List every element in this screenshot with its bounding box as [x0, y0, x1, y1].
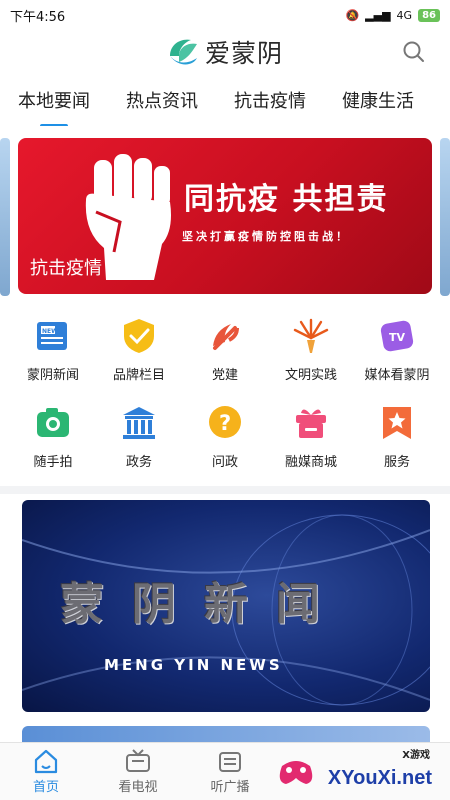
- svg-text:?: ?: [219, 411, 231, 435]
- app-logo: 爱蒙阴: [167, 34, 283, 70]
- tab-local-news[interactable]: 本地要闻: [18, 86, 90, 126]
- nav-home[interactable]: 首页: [0, 743, 92, 800]
- grid-item-media-view[interactable]: TV 媒体看蒙阴: [354, 316, 440, 383]
- home-icon: [34, 749, 58, 774]
- banner-title: 同抗疫 共担责: [184, 182, 389, 217]
- banner-slide[interactable]: 同抗疫 共担责 坚决打赢疫情防控阻击战！ 抗击疫情: [18, 138, 432, 294]
- torch-icon: [293, 318, 329, 353]
- grid-item-party-building[interactable]: 党建: [182, 316, 268, 383]
- bookmark-star-icon: [383, 407, 411, 439]
- tv-icon: [126, 749, 150, 772]
- tab-fight-epidemic[interactable]: 抗击疫情: [234, 86, 306, 126]
- logo-mark-icon: [169, 39, 197, 65]
- network-label: 4G: [396, 8, 413, 22]
- gamepad-logo-icon: [279, 761, 313, 784]
- grid-item-label: 融媒商城: [284, 455, 337, 470]
- news-icon: NEW: [37, 322, 67, 350]
- status-bar: 下午4:56 🔕 ▂▄▆ 4G 86: [0, 0, 450, 30]
- grid-item-label: 问政: [211, 455, 238, 470]
- grid-item-label: 品牌栏目: [112, 368, 165, 383]
- app-title: 爱蒙阴: [204, 39, 283, 68]
- search-icon[interactable]: [402, 40, 426, 64]
- mute-icon: 🔕: [345, 8, 360, 22]
- news-card-subtitle: MENG YIN NEWS: [104, 656, 283, 674]
- nav-watch-tv-label: 看电视: [118, 780, 158, 795]
- grid-item-label: 媒体看蒙阴: [364, 368, 430, 383]
- tab-hot-news[interactable]: 热点资讯: [126, 86, 198, 126]
- watermark-site: XYouXi.net: [327, 767, 432, 789]
- svg-text:TV: TV: [389, 331, 406, 344]
- status-indicators: 🔕 ▂▄▆ 4G 86: [345, 8, 440, 22]
- section-divider: [0, 486, 450, 494]
- grid-item-mengyin-news[interactable]: NEW 蒙阴新闻: [10, 316, 96, 383]
- grid-item-snapshot[interactable]: 随手拍: [10, 403, 96, 470]
- banner-caption: 抗击疫情: [30, 258, 102, 279]
- grid-item-services[interactable]: 服务: [354, 403, 440, 470]
- nav-listen-radio-label: 听广播: [210, 780, 250, 795]
- grid-item-government-affairs[interactable]: 政务: [96, 403, 182, 470]
- grid-item-civilization-practice[interactable]: 文明实践: [268, 316, 354, 383]
- nav-watch-tv[interactable]: 看电视: [92, 743, 184, 800]
- grid-item-label: 文明实践: [284, 368, 337, 383]
- grid-item-label: 服务: [383, 455, 410, 470]
- question-icon: ?: [209, 406, 241, 438]
- party-emblem-icon: [213, 324, 239, 350]
- grid-item-label: 蒙阴新闻: [26, 368, 79, 383]
- news-program-card[interactable]: 蒙阴新闻 MENG YIN NEWS: [22, 500, 430, 712]
- grid-item-brand-columns[interactable]: 品牌栏目: [96, 316, 182, 383]
- function-grid: NEW 蒙阴新闻 品牌栏目 党建 文明实践 TV 媒体看蒙阴 随手拍 政务 ? …: [10, 316, 440, 470]
- banner-subtitle: 坚决打赢疫情防控阻击战！: [182, 230, 350, 243]
- bottom-nav: 首页 看电视 听广播 X游戏 XYouXi.net: [0, 742, 450, 800]
- grid-item-label: 党建: [211, 368, 238, 383]
- tab-healthy-life[interactable]: 健康生活: [342, 86, 414, 126]
- battery-level: 86: [418, 8, 440, 22]
- site-watermark: X游戏 XYouXi.net: [272, 744, 442, 796]
- app-header: 爱蒙阴: [0, 30, 450, 74]
- nav-listen-radio[interactable]: 听广播: [184, 743, 276, 800]
- grid-item-label: 政务: [125, 455, 152, 470]
- next-slide-peek[interactable]: [440, 138, 450, 296]
- prev-slide-peek[interactable]: [0, 138, 10, 296]
- svg-text:NEW: NEW: [42, 328, 58, 335]
- grid-item-media-mall[interactable]: 融媒商城: [268, 403, 354, 470]
- news-card-title: 蒙阴新闻: [60, 579, 348, 630]
- category-tabs: 本地要闻 热点资讯 抗击疫情 健康生活: [0, 86, 450, 126]
- camera-icon: [37, 408, 69, 437]
- tv-icon: TV: [380, 320, 414, 352]
- gift-box-icon: [296, 409, 326, 438]
- status-time: 下午4:56: [10, 9, 66, 25]
- signal-icon: ▂▄▆: [365, 8, 391, 22]
- radio-icon: [219, 752, 241, 772]
- nav-home-label: 首页: [32, 780, 59, 795]
- shield-check-icon: [124, 319, 154, 353]
- government-building-icon: [123, 407, 155, 439]
- banner-carousel[interactable]: 同抗疫 共担责 坚决打赢疫情防控阻击战！ 抗击疫情: [0, 138, 450, 296]
- grid-item-label: 随手拍: [33, 455, 73, 470]
- watermark-tag: X游戏: [402, 750, 430, 761]
- grid-item-inquiry[interactable]: ? 问政: [182, 403, 268, 470]
